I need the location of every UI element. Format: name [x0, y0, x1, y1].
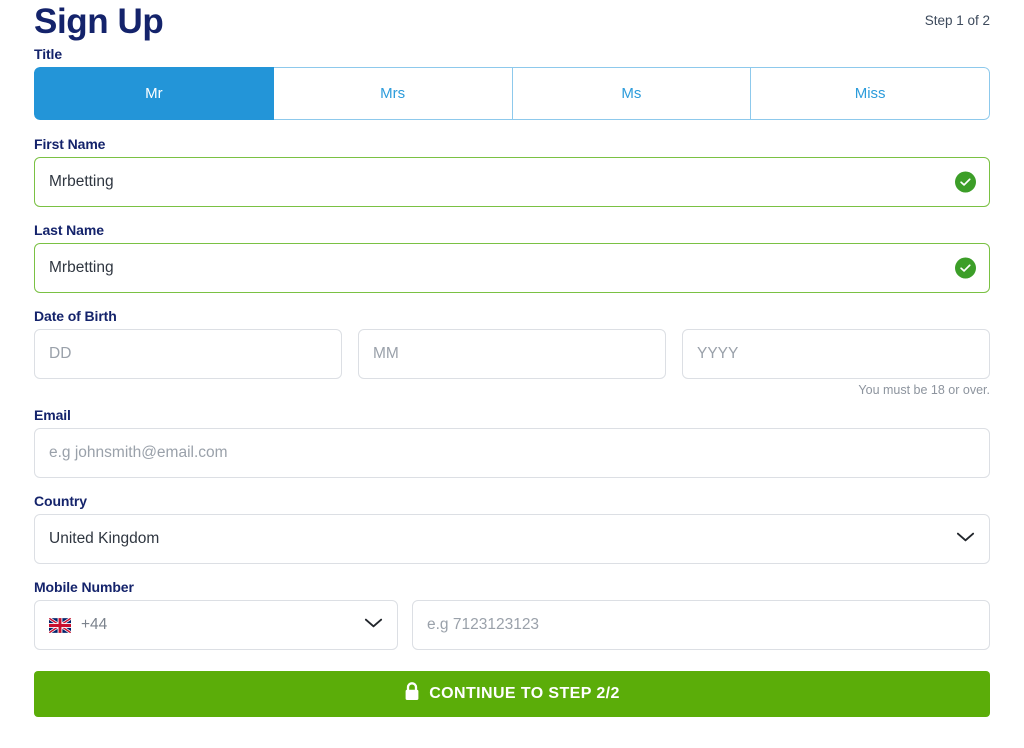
step-indicator: Step 1 of 2: [924, 13, 990, 28]
check-circle-icon: [955, 257, 976, 279]
continue-button-label: CONTINUE TO STEP 2/2: [429, 685, 620, 702]
country-label: Country: [34, 493, 87, 509]
email-label: Email: [34, 407, 71, 423]
signup-form-page: Sign Up Step 1 of 2 Title Mr Mrs Ms Miss…: [0, 0, 1024, 748]
last-name-input[interactable]: [34, 243, 990, 293]
date-of-birth-label: Date of Birth: [34, 308, 117, 324]
first-name-input-wrap: [34, 157, 990, 207]
country-select-wrap: United Kingdom: [34, 514, 990, 564]
last-name-label: Last Name: [34, 222, 104, 238]
uk-flag-icon: [49, 617, 71, 633]
first-name-field-block: First Name: [34, 136, 990, 207]
phone-number-input-wrap: [412, 600, 990, 650]
dial-code-value: +44: [81, 616, 108, 633]
title-option-miss[interactable]: Miss: [751, 67, 990, 120]
form-header: Sign Up Step 1 of 2: [34, 0, 990, 46]
dob-year-input[interactable]: [682, 329, 990, 379]
last-name-input-wrap: [34, 243, 990, 293]
title-segmented-control: Mr Mrs Ms Miss: [34, 67, 990, 120]
dial-code-select[interactable]: +44: [34, 600, 398, 650]
country-selected-value: United Kingdom: [49, 530, 160, 547]
dob-day-input[interactable]: [34, 329, 342, 379]
title-label: Title: [34, 46, 63, 62]
first-name-label: First Name: [34, 136, 106, 152]
title-option-mr[interactable]: Mr: [34, 67, 274, 120]
email-input[interactable]: [34, 428, 990, 478]
title-field-block: Title Mr Mrs Ms Miss: [34, 46, 990, 120]
email-field-block: Email: [34, 407, 990, 478]
age-helper-text: You must be 18 or over.: [858, 383, 990, 397]
date-of-birth-row: [34, 329, 990, 379]
last-name-field-block: Last Name: [34, 222, 990, 293]
country-select[interactable]: United Kingdom: [34, 514, 990, 564]
mobile-label: Mobile Number: [34, 579, 134, 595]
date-of-birth-field-block: Date of Birth You must be 18 or over.: [34, 308, 990, 398]
title-option-mrs[interactable]: Mrs: [273, 67, 513, 120]
dob-month-input[interactable]: [358, 329, 666, 379]
page-title: Sign Up: [34, 2, 164, 41]
mobile-row: +44: [34, 600, 990, 650]
padlock-icon: [404, 682, 420, 706]
phone-number-input[interactable]: [412, 600, 990, 650]
title-option-ms[interactable]: Ms: [512, 67, 752, 120]
email-input-wrap: [34, 428, 990, 478]
dial-code-select-wrap: +44: [34, 600, 398, 650]
check-circle-icon: [955, 171, 976, 193]
continue-button[interactable]: CONTINUE TO STEP 2/2: [34, 671, 990, 717]
mobile-field-block: Mobile Number +44: [34, 579, 990, 650]
first-name-input[interactable]: [34, 157, 990, 207]
country-field-block: Country United Kingdom: [34, 493, 990, 564]
